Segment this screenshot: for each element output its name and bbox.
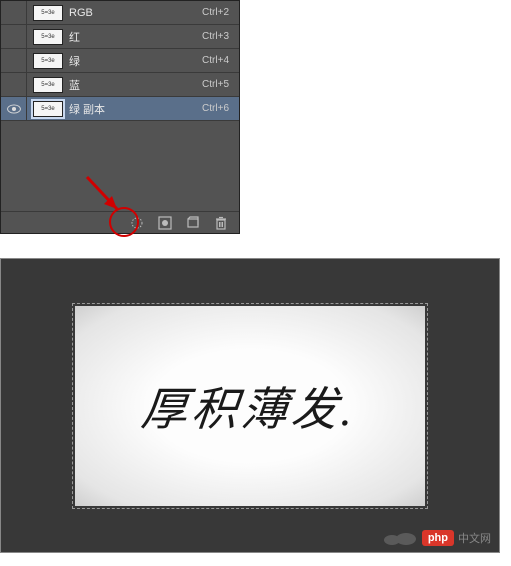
visibility-toggle[interactable] (1, 1, 27, 24)
channel-name: 蓝 (69, 77, 202, 93)
channel-name: 绿 (69, 53, 202, 69)
channels-panel: 5=3e RGB Ctrl+2 5=3e 红 Ctrl+3 5=3e 绿 Ctr… (0, 0, 240, 234)
channel-thumbnail: 5=3e (33, 29, 63, 45)
visibility-toggle[interactable] (1, 25, 27, 48)
channel-shortcut: Ctrl+3 (202, 31, 229, 42)
document-canvas: 厚积薄发. php 中文网 (0, 258, 500, 553)
channel-name: 绿 副本 (69, 101, 202, 117)
eye-icon (7, 104, 21, 114)
channel-thumbnail: 5=3e (33, 77, 63, 93)
visibility-toggle[interactable] (1, 73, 27, 96)
channels-footer (1, 211, 239, 233)
load-selection-icon[interactable] (129, 215, 145, 231)
cloud-icon (382, 531, 418, 545)
channel-shortcut: Ctrl+2 (202, 7, 229, 18)
channel-row-red[interactable]: 5=3e 红 Ctrl+3 (1, 25, 239, 49)
channel-row-rgb[interactable]: 5=3e RGB Ctrl+2 (1, 1, 239, 25)
panel-empty-area (1, 121, 239, 211)
visibility-toggle[interactable] (1, 49, 27, 72)
delete-channel-icon[interactable] (213, 215, 229, 231)
channel-row-blue[interactable]: 5=3e 蓝 Ctrl+5 (1, 73, 239, 97)
channel-shortcut: Ctrl+4 (202, 55, 229, 66)
watermark-text: 中文网 (458, 530, 491, 546)
channel-name: 红 (69, 29, 202, 45)
watermark: php 中文网 (382, 530, 491, 546)
channel-thumbnail: 5=3e (33, 53, 63, 69)
channel-row-green[interactable]: 5=3e 绿 Ctrl+4 (1, 49, 239, 73)
save-mask-icon[interactable] (157, 215, 173, 231)
new-channel-icon[interactable] (185, 215, 201, 231)
channel-thumbnail: 5=3e (33, 5, 63, 21)
paper-background: 厚积薄发. (75, 306, 425, 506)
channel-name: RGB (69, 7, 202, 19)
calligraphy-text: 厚积薄发. (139, 373, 361, 439)
channel-thumbnail: 5=3e (33, 101, 63, 117)
channel-row-green-copy[interactable]: 5=3e 绿 副本 Ctrl+6 (1, 97, 239, 121)
watermark-logo: php (422, 530, 454, 546)
visibility-toggle[interactable] (1, 97, 27, 120)
channel-shortcut: Ctrl+6 (202, 103, 229, 114)
channel-shortcut: Ctrl+5 (202, 79, 229, 90)
